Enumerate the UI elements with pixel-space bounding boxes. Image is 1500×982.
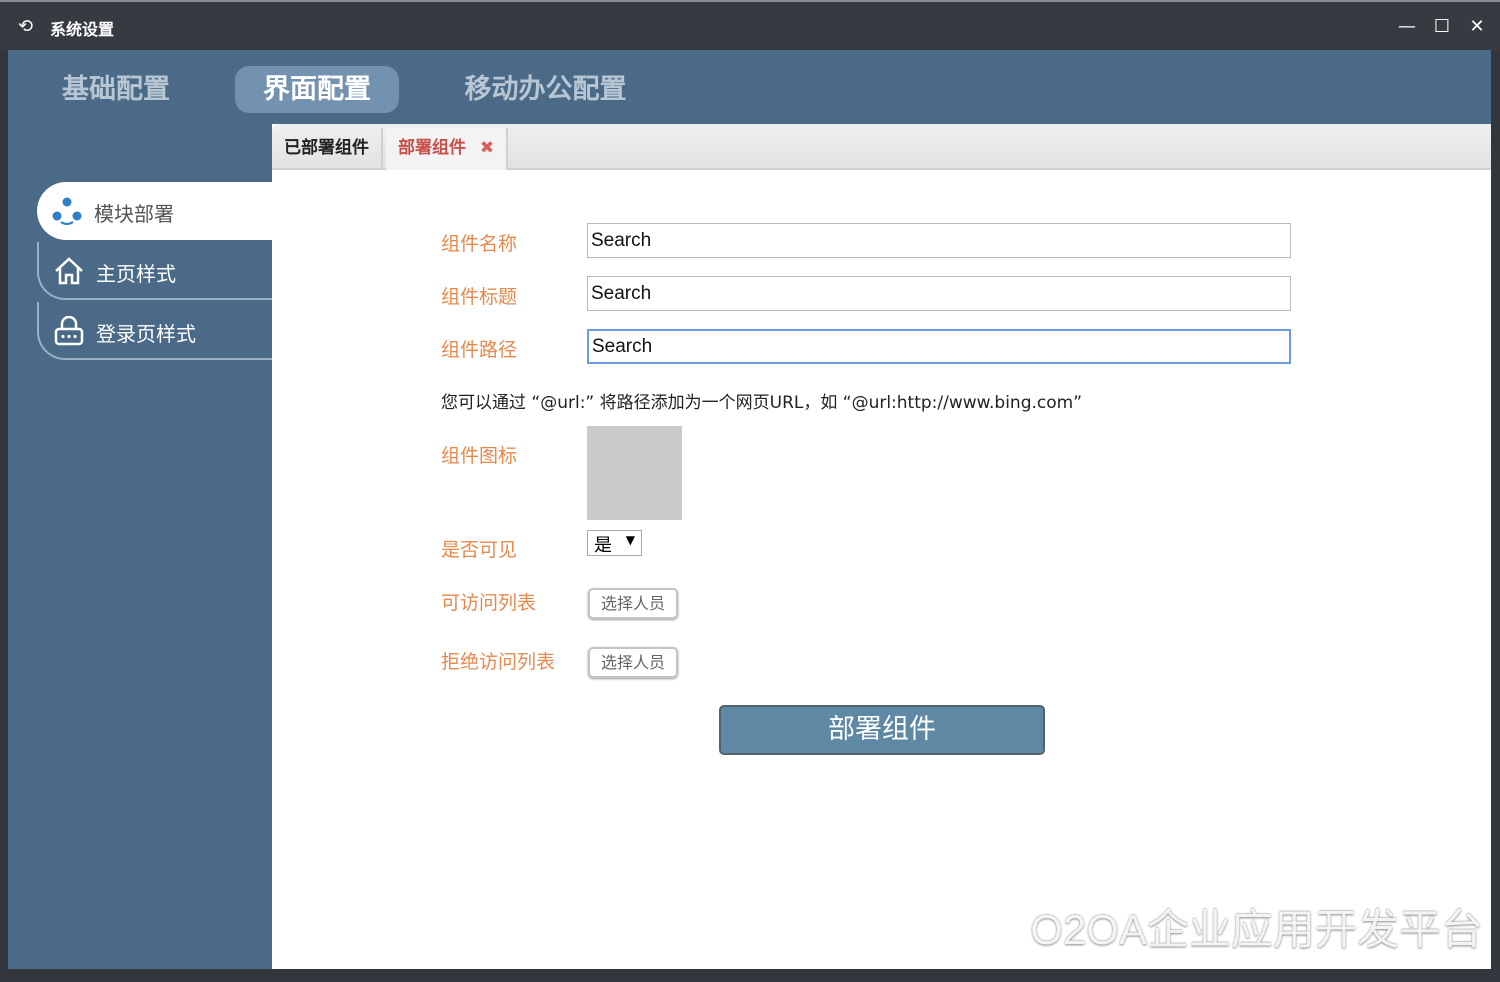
visible-label: 是否可见	[441, 539, 518, 561]
icon-label: 组件图标	[441, 445, 518, 467]
tab-mobile-config[interactable]: 移动办公配置	[448, 66, 643, 113]
deny-list-label: 拒绝访问列表	[441, 651, 556, 673]
tab-label: 部署组件	[398, 138, 466, 158]
visible-value: 是	[594, 535, 612, 556]
path-hint: 您可以通过 “@url:” 将路径添加为一个网页URL，如 “@url:http…	[441, 393, 1083, 413]
deny-select-people-button[interactable]: 选择人员	[588, 647, 678, 678]
tab-basic-config[interactable]: 基础配置	[48, 66, 184, 113]
modules-icon	[51, 196, 83, 226]
maximize-button[interactable]: ☐	[1431, 16, 1453, 37]
tab-ui-config[interactable]: 界面配置	[235, 66, 399, 113]
visible-select[interactable]: 是 ▼	[587, 530, 642, 556]
allow-list-label: 可访问列表	[441, 592, 537, 614]
title-label: 组件标题	[441, 286, 518, 308]
allow-select-people-button[interactable]: 选择人员	[588, 588, 678, 619]
window-title: 系统设置	[50, 20, 115, 39]
dropdown-arrow-icon: ▼	[625, 533, 635, 547]
sidebar-item-label: 模块部署	[94, 202, 174, 226]
main-area: 基础配置 界面配置 移动办公配置 模块部署 主页样式 登录页样式 已部署组件 部…	[8, 50, 1491, 969]
name-label: 组件名称	[441, 233, 518, 255]
title-input[interactable]	[587, 276, 1291, 311]
sub-tab-strip: 已部署组件 部署组件 ✖	[272, 124, 1491, 170]
sidebar-item-module-deploy[interactable]: 模块部署	[37, 182, 272, 240]
path-input[interactable]	[587, 329, 1291, 364]
content-panel: 已部署组件 部署组件 ✖ 组件名称 组件标题 组件路径 您可以通过 “@url:…	[272, 124, 1491, 969]
minimize-button[interactable]: —	[1396, 16, 1418, 37]
tab-deploy-component[interactable]: 部署组件 ✖	[386, 128, 509, 170]
close-button[interactable]: ✕	[1466, 16, 1488, 37]
tab-deployed-components[interactable]: 已部署组件	[272, 128, 383, 170]
watermark: O2OA企业应用开发平台	[1030, 906, 1483, 953]
icon-preview[interactable]	[587, 426, 682, 520]
sidebar-item-login-style[interactable]: 登录页样式	[37, 302, 272, 360]
sidebar-item-label: 主页样式	[96, 262, 176, 286]
refresh-icon: ⟲	[18, 16, 34, 37]
lock-icon	[53, 315, 85, 346]
name-input[interactable]	[587, 223, 1291, 258]
title-bar: ⟲ 系统设置 — ☐ ✕	[0, 0, 1500, 50]
home-icon	[53, 256, 85, 286]
sidebar-item-home-style[interactable]: 主页样式	[37, 242, 272, 300]
deploy-component-button[interactable]: 部署组件	[719, 705, 1045, 755]
path-label: 组件路径	[441, 339, 518, 361]
sidebar-item-label: 登录页样式	[96, 322, 196, 346]
close-tab-icon[interactable]: ✖	[480, 138, 494, 158]
